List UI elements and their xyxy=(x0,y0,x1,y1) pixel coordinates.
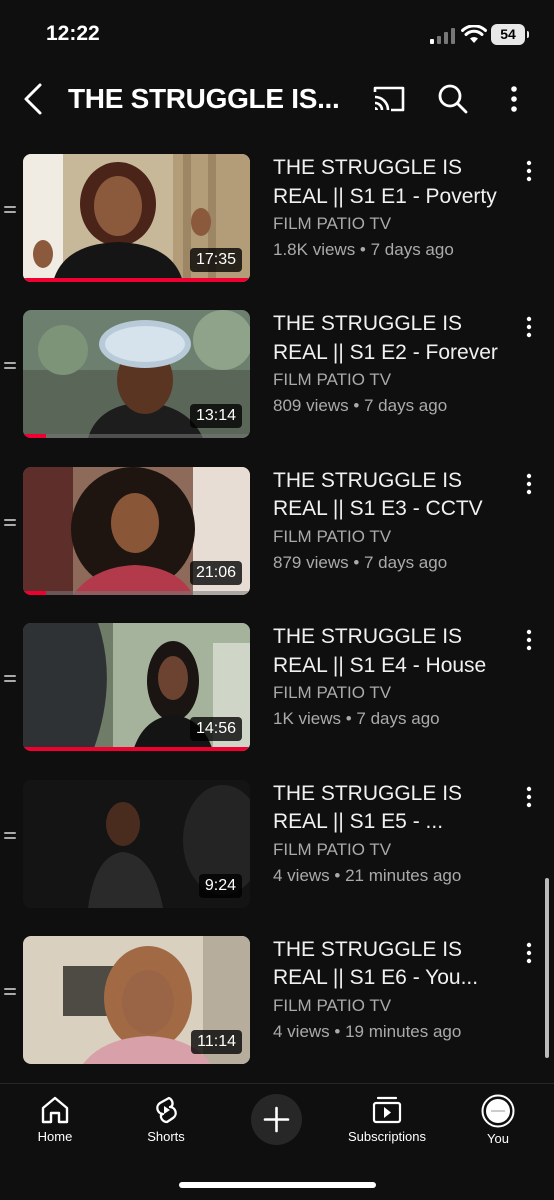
video-more-button[interactable] xyxy=(520,314,538,340)
drag-handle-icon[interactable] xyxy=(4,987,16,1000)
video-more-button[interactable] xyxy=(520,940,538,966)
nav-shorts-label: Shorts xyxy=(147,1129,185,1144)
channel-name: FILM PATIO TV xyxy=(273,370,392,390)
shorts-icon xyxy=(156,1096,177,1124)
cast-button[interactable] xyxy=(371,82,407,116)
video-duration: 21:06 xyxy=(189,560,242,585)
home-icon xyxy=(41,1096,69,1124)
more-vertical-icon xyxy=(526,473,532,494)
drag-handle-icon[interactable] xyxy=(4,206,16,218)
more-vertical-icon xyxy=(526,317,532,338)
video-meta: 809 views • 7 days ago xyxy=(273,396,448,416)
nav-you[interactable]: You xyxy=(443,1094,553,1150)
video-item[interactable]: 11:14 THE STRUGGLE IS REAL || S1 E6 - Yo… xyxy=(0,930,554,1086)
nav-shorts[interactable]: Shorts xyxy=(111,1094,221,1150)
video-title[interactable]: THE STRUGGLE IS REAL || S1 E4 - House xyxy=(273,623,509,680)
video-thumbnail[interactable]: 21:06 xyxy=(23,466,250,595)
more-vertical-icon xyxy=(526,160,532,182)
drag-handle-icon[interactable] xyxy=(4,675,16,687)
video-item[interactable]: 21:06 THE STRUGGLE IS REAL || S1 E3 - CC… xyxy=(0,461,554,617)
video-more-button[interactable] xyxy=(520,784,538,810)
drag-handle-icon[interactable] xyxy=(4,362,16,374)
back-button[interactable] xyxy=(16,80,52,118)
more-vertical-icon xyxy=(526,629,532,651)
watch-progress-fill xyxy=(23,278,250,282)
video-meta: 1.8K views • 7 days ago xyxy=(273,240,454,259)
video-duration: 14:56 xyxy=(189,717,242,742)
more-vertical-icon xyxy=(526,786,532,807)
video-item[interactable]: 17:35 THE STRUGGLE IS REAL || S1 E1 - Po… xyxy=(0,148,554,304)
channel-name: FILM PATIO TV xyxy=(273,839,392,859)
video-meta: 4 views • 21 minutes ago xyxy=(273,865,462,885)
video-item[interactable]: 9:24 THE STRUGGLE IS REAL || S1 E5 - ...… xyxy=(0,774,554,930)
video-more-button[interactable] xyxy=(520,627,538,653)
video-title[interactable]: THE STRUGGLE IS REAL || S1 E1 - Poverty xyxy=(273,154,509,211)
video-duration: 9:24 xyxy=(198,873,242,898)
chevron-left-icon xyxy=(24,83,42,115)
video-duration: 11:14 xyxy=(191,1029,242,1054)
nav-subscriptions-label: Subscriptions xyxy=(347,1129,427,1144)
video-duration: 17:35 xyxy=(189,248,242,272)
watch-progress xyxy=(23,747,250,752)
video-meta: 1K views • 7 days ago xyxy=(273,709,440,729)
video-item[interactable]: 14:56 THE STRUGGLE IS REAL || S1 E4 - Ho… xyxy=(0,617,554,773)
video-meta: 4 views • 19 minutes ago xyxy=(273,1021,462,1041)
video-thumbnail[interactable]: 14:56 xyxy=(23,623,250,752)
video-thumbnail[interactable]: 11:14 xyxy=(23,935,250,1064)
page-title: THE STRUGGLE IS... xyxy=(68,83,340,114)
more-vertical-icon xyxy=(526,942,532,964)
channel-name: FILM PATIO TV xyxy=(273,214,392,233)
video-duration: 13:14 xyxy=(189,404,242,429)
video-meta: 879 views • 7 days ago xyxy=(273,552,448,572)
watch-progress-fill xyxy=(23,590,46,595)
search-icon xyxy=(438,84,468,114)
playlist-header: THE STRUGGLE IS... xyxy=(0,66,554,132)
cellular-signal-icon xyxy=(430,28,456,44)
video-thumbnail[interactable]: 17:35 xyxy=(23,154,250,282)
watch-progress xyxy=(23,434,250,439)
watch-progress xyxy=(23,590,250,595)
more-vertical-icon xyxy=(511,86,517,112)
drag-handle-icon[interactable] xyxy=(4,831,16,844)
plus-icon xyxy=(263,1106,290,1133)
nav-home[interactable]: Home xyxy=(0,1094,110,1150)
nav-you-label: You xyxy=(487,1131,509,1146)
cast-icon xyxy=(373,86,405,112)
video-list: 17:35 THE STRUGGLE IS REAL || S1 E1 - Po… xyxy=(0,148,554,1086)
video-title[interactable]: THE STRUGGLE IS REAL || S1 E6 - You... xyxy=(273,936,509,993)
watch-progress xyxy=(23,278,250,282)
channel-name: FILM PATIO TV xyxy=(273,995,392,1015)
channel-name: FILM PATIO TV xyxy=(273,526,392,546)
create-button[interactable] xyxy=(251,1094,302,1145)
home-indicator[interactable] xyxy=(179,1182,376,1188)
nav-home-label: Home xyxy=(37,1129,73,1144)
channel-name: FILM PATIO TV xyxy=(273,683,392,703)
avatar xyxy=(481,1094,515,1128)
video-more-button[interactable] xyxy=(520,158,538,184)
video-title[interactable]: THE STRUGGLE IS REAL || S1 E3 - CCTV xyxy=(273,467,509,524)
subscriptions-icon xyxy=(372,1096,402,1124)
nav-subscriptions[interactable]: Subscriptions xyxy=(332,1094,442,1150)
more-options-button[interactable] xyxy=(500,80,528,118)
video-more-button[interactable] xyxy=(520,471,538,497)
status-time: 12:22 xyxy=(46,22,100,45)
video-title[interactable]: THE STRUGGLE IS REAL || S1 E2 - Forever xyxy=(273,310,509,367)
scrollbar[interactable] xyxy=(545,878,549,1058)
watch-progress-fill xyxy=(23,747,250,752)
watch-progress-fill xyxy=(23,434,46,439)
wifi-icon xyxy=(461,25,487,43)
video-thumbnail[interactable]: 9:24 xyxy=(23,779,250,908)
search-button[interactable] xyxy=(434,80,472,118)
drag-handle-icon[interactable] xyxy=(4,518,16,531)
video-title[interactable]: THE STRUGGLE IS REAL || S1 E5 - ... xyxy=(273,780,509,837)
video-item[interactable]: 13:14 THE STRUGGLE IS REAL || S1 E2 - Fo… xyxy=(0,304,554,460)
battery-indicator: 54 xyxy=(491,24,529,45)
video-thumbnail[interactable]: 13:14 xyxy=(23,310,250,439)
status-bar: 12:22 54 xyxy=(0,0,554,66)
